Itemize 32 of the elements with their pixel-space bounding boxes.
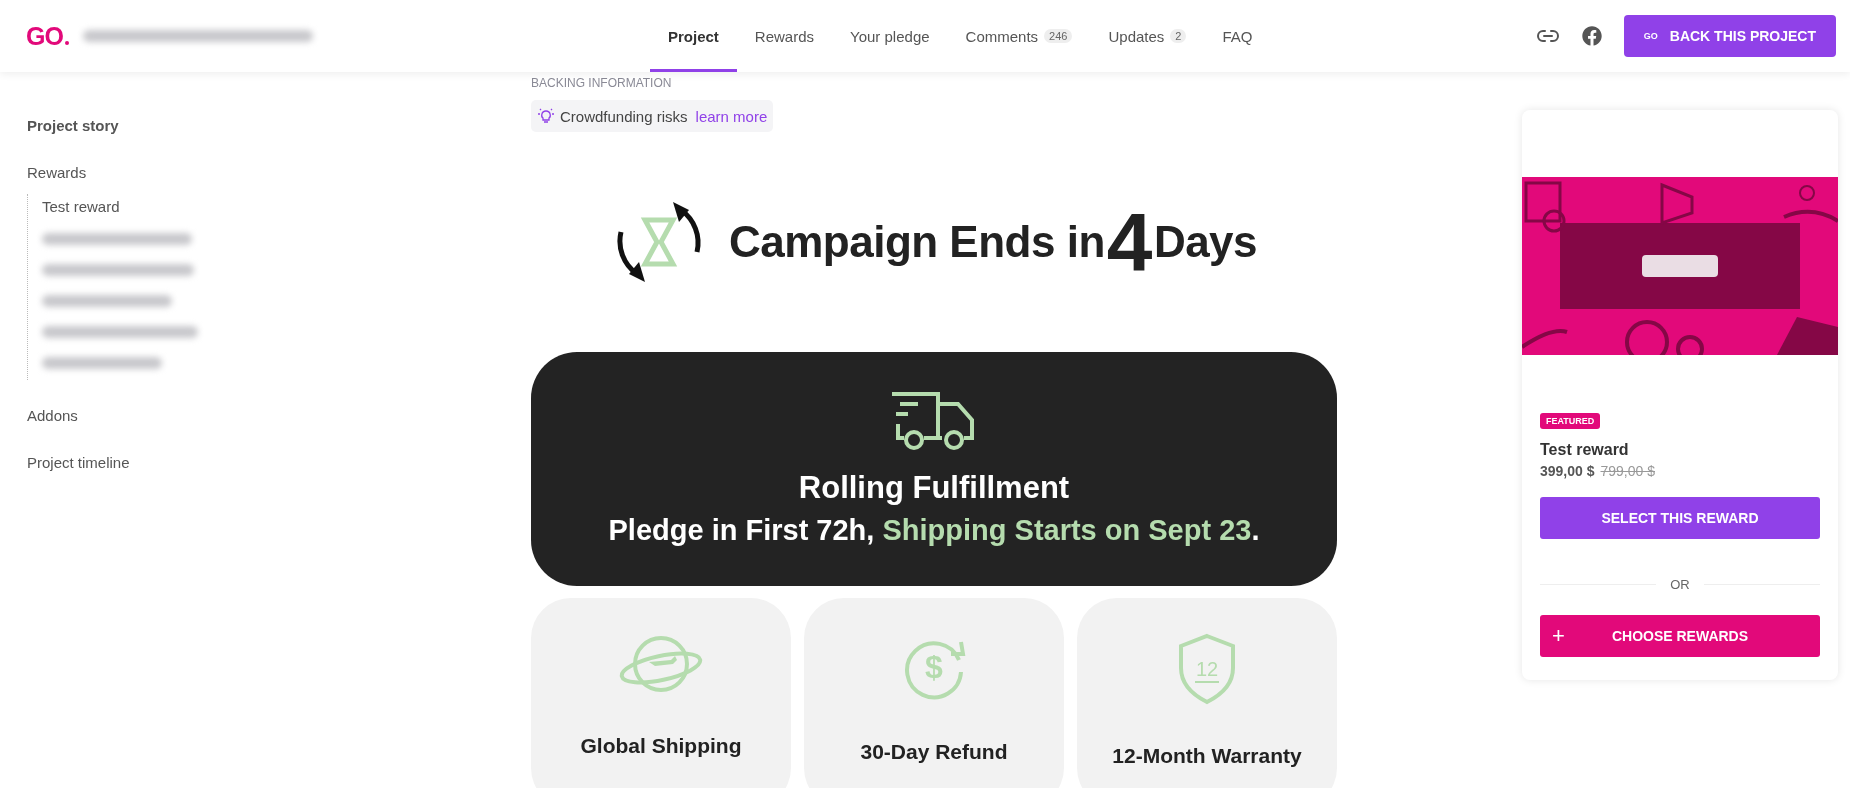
facebook-icon[interactable]	[1581, 26, 1602, 46]
back-project-button[interactable]: GO BACK THIS PROJECT	[1623, 15, 1836, 57]
sidebar-subitem[interactable]: Test reward	[42, 194, 531, 225]
old-price: 799,00 $	[1600, 463, 1655, 479]
feature-label: 30-Day Refund	[860, 740, 1008, 764]
learn-more-link[interactable]: learn more	[695, 107, 768, 125]
section-heading: BACKING INFORMATION	[531, 76, 673, 90]
banner-title: Rolling Fulfillment	[798, 470, 1070, 506]
count-badge: 2	[1170, 29, 1187, 43]
nav-tab[interactable]: Updates 2	[1090, 0, 1205, 72]
sidebar-item[interactable]: Addons	[27, 398, 531, 433]
reward-title: Test reward	[1540, 441, 1630, 459]
feature-label: 12-Month Warranty	[1112, 744, 1302, 768]
nav-tab[interactable]: FAQ	[1204, 0, 1271, 72]
nav-tab[interactable]: Your pledge	[832, 0, 948, 72]
risks-text: Crowdfunding risks	[560, 107, 688, 125]
nav-tab[interactable]: Comments 246	[947, 0, 1091, 72]
banner-text: Pledge in First 72h, Shipping Starts on Sept 23.	[608, 514, 1260, 547]
sidebar-item[interactable]: Project timeline	[27, 445, 531, 480]
count-badge: 246	[1044, 29, 1073, 43]
select-reward-button[interactable]: SELECT THIS REWARD	[1540, 497, 1820, 539]
feature-label: Global Shipping	[580, 734, 742, 758]
or-separator: OR	[1670, 577, 1690, 592]
choose-rewards-button[interactable]: + CHOOSE REWARDS	[1540, 615, 1820, 657]
sidebar-item[interactable]: Project story	[27, 108, 531, 143]
reward-price: 399,00 $	[1540, 463, 1595, 479]
nav-tab[interactable]: Rewards	[736, 0, 833, 72]
sidebar-item[interactable]: Rewards	[27, 155, 531, 190]
lightbulb-icon	[537, 107, 555, 125]
featured-badge: FEATURED	[1540, 413, 1601, 429]
nav-tab[interactable]: Project	[650, 0, 737, 72]
logo[interactable]: GO	[26, 21, 69, 51]
